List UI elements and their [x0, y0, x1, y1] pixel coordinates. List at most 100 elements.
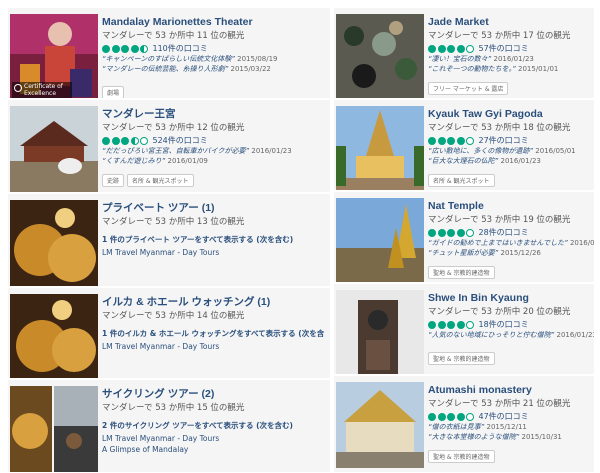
listing-title[interactable]: Nat Temple: [428, 200, 592, 213]
owl-icon: [14, 84, 22, 92]
rating-bubble-icon: [437, 228, 446, 237]
review-snippet: “広い敷地に、多くの像物が遺跡” 2016/05/01: [428, 147, 576, 155]
category-tag[interactable]: 名所 & 観光スポット: [428, 174, 495, 187]
category-tag[interactable]: 聖地 & 宗教的建造物: [428, 266, 495, 279]
review-count-link[interactable]: 524件の口コミ: [153, 135, 208, 146]
listing-rank: マンダレーで 53 か所中 14 位の観光: [102, 311, 245, 321]
rating-bubble-icon: [102, 136, 110, 145]
rating-row: 47件の口コミ: [428, 411, 592, 422]
view-all-tours-link[interactable]: 1 件のプライベート ツアーをすべて表示する (次を含む): [102, 234, 328, 245]
listing-card[interactable]: Nat Temple マンダレーで 53 か所中 19 位の観光 28件の口コミ…: [334, 192, 594, 283]
listing-rank: マンダレーで 53 か所中 13 位の観光: [102, 217, 245, 227]
review-snippet: “くすんだ遊じみり” 2016/01/09: [102, 157, 208, 165]
listing-photo[interactable]: [336, 290, 424, 374]
view-all-tours-link[interactable]: 1 件のイルカ & ホエール ウォッチングをすべて表示する (次を含: [102, 328, 328, 339]
rating-bubble-icon: [102, 44, 110, 53]
listing-photo[interactable]: [336, 382, 424, 468]
review-snippet: “大きな本堂様のような僧院” 2015/10/31: [428, 433, 562, 441]
rating-row: 27件の口コミ: [428, 135, 592, 146]
listing-card[interactable]: Certificate of Excellence Mandalay Mario…: [8, 8, 330, 99]
listing-title[interactable]: Atumashi monastery: [428, 384, 592, 397]
tour-photo[interactable]: [10, 200, 98, 286]
tour-photo[interactable]: [10, 386, 52, 472]
listing-title[interactable]: Kyauk Taw Gyi Pagoda: [428, 108, 592, 121]
rating-bubble-icon: [466, 228, 474, 237]
listing-card[interactable]: Kyauk Taw Gyi Pagoda マンダレーで 53 か所中 18 位の…: [334, 100, 594, 191]
listing-rank: マンダレーで 53 か所中 18 位の観光: [428, 123, 571, 133]
rating-bubble-icon: [437, 320, 446, 329]
rating-bubble-icon: [121, 44, 129, 53]
review-snippet: “凄い！宝石の数々” 2016/01/23: [428, 55, 534, 63]
listing-rank: マンダレーで 53 か所中 15 位の観光: [102, 403, 245, 413]
review-snippet: “ガイドの勧めで上まではいきませんでした” 2016/04/07: [428, 239, 594, 247]
category-tag[interactable]: 劇場: [102, 86, 125, 98]
tour-title[interactable]: サイクリング ツアー (2): [102, 388, 328, 401]
review-count-link[interactable]: 110件の口コミ: [153, 43, 208, 54]
tour-title[interactable]: プライベート ツアー (1): [102, 202, 328, 215]
listing-rank: マンダレーで 53 か所中 11 位の観光: [102, 31, 245, 41]
listing-card[interactable]: Atumashi monastery マンダレーで 53 か所中 21 位の観光…: [334, 376, 594, 473]
tour-card[interactable]: サイクリング ツアー (2) マンダレーで 53 か所中 15 位の観光 2 件…: [8, 380, 330, 473]
rating-bubble-icon: [428, 44, 436, 53]
listing-photo[interactable]: [336, 14, 424, 98]
rating-bubble-icon: [140, 136, 148, 145]
listing-title[interactable]: Shwe In Bin Kyaung: [428, 292, 592, 305]
rating-bubble-icon: [428, 228, 436, 237]
category-tag[interactable]: 聖地 & 宗教的建造物: [428, 352, 495, 365]
rating-bubble-icon: [466, 412, 474, 421]
view-all-tours-link[interactable]: 2 件のサイクリング ツアーをすべて表示する (次を含む): [102, 420, 328, 431]
review-count-link[interactable]: 27件の口コミ: [479, 135, 529, 146]
tour-operator-link[interactable]: LM Travel Myanmar - Day Tours: [102, 248, 328, 257]
listing-card[interactable]: マンダレー王宮 マンダレーで 53 か所中 12 位の観光 524件の口コミ “…: [8, 100, 330, 193]
listing-card[interactable]: Shwe In Bin Kyaung マンダレーで 53 か所中 20 位の観光…: [334, 284, 594, 375]
tour-operator-link[interactable]: LM Travel Myanmar - Day Tours: [102, 342, 328, 351]
tour-card[interactable]: イルカ & ホエール ウォッチング (1) マンダレーで 53 か所中 14 位…: [8, 288, 330, 379]
rating-bubble-icon: [428, 412, 436, 421]
tour-card[interactable]: プライベート ツアー (1) マンダレーで 53 か所中 13 位の観光 1 件…: [8, 194, 330, 287]
tour-photo[interactable]: [10, 294, 98, 378]
listing-title[interactable]: マンダレー王宮: [102, 108, 328, 121]
category-tag[interactable]: 史跡: [102, 174, 125, 187]
tour-photo[interactable]: [54, 386, 98, 472]
listing-title[interactable]: Jade Market: [428, 16, 592, 29]
listing-rank: マンダレーで 53 か所中 21 位の観光: [428, 399, 571, 409]
listing-photo[interactable]: Certificate of Excellence: [10, 14, 98, 98]
review-count-link[interactable]: 18件の口コミ: [479, 319, 529, 330]
listing-photo[interactable]: [336, 198, 424, 282]
tour-operator-link[interactable]: LM Travel Myanmar - Day Tours: [102, 434, 328, 443]
listing-photo[interactable]: [10, 106, 98, 192]
rating-bubble-icon: [437, 412, 446, 421]
rating-bubble-icon: [466, 320, 474, 329]
listing-rank: マンダレーで 53 か所中 17 位の観光: [428, 31, 571, 41]
review-snippet: “キャンペーンのすばらしい伝統文化体験” 2015/08/19: [102, 55, 278, 63]
review-count-link[interactable]: 47件の口コミ: [479, 411, 529, 422]
listing-rank: マンダレーで 53 か所中 19 位の観光: [428, 215, 571, 225]
review-snippet: “人気のない地域にひっそりと佇む僧院” 2016/01/23: [428, 331, 594, 339]
rating-bubble-icon: [466, 44, 474, 53]
review-count-link[interactable]: 57件の口コミ: [479, 43, 529, 54]
review-snippet: “これぞ一つの動物たちを。” 2015/01/01: [428, 65, 559, 73]
category-tag[interactable]: 名所 & 観光スポット: [127, 174, 194, 187]
rating-bubble-icon: [447, 44, 455, 53]
rating-bubble-icon: [428, 320, 436, 329]
category-tag[interactable]: フリー マーケット & 露店: [428, 82, 509, 95]
review-snippet: “巨大な大理石の仏陀” 2016/01/23: [428, 157, 541, 165]
rating-bubble-icon: [447, 136, 455, 145]
tour-title[interactable]: イルカ & ホエール ウォッチング (1): [102, 296, 328, 309]
rating-bubble-icon: [130, 44, 139, 53]
review-snippet: “僧の衣紙は見事” 2015/12/11: [428, 423, 527, 431]
tour-operator-link[interactable]: A Glimpse of Mandalay: [102, 445, 328, 454]
rating-bubble-icon: [456, 44, 465, 53]
review-count-link[interactable]: 28件の口コミ: [479, 227, 529, 238]
listing-rank: マンダレーで 53 か所中 12 位の観光: [102, 123, 245, 133]
rating-bubble-icon: [111, 44, 120, 53]
listing-title[interactable]: Mandalay Marionettes Theater: [102, 16, 328, 29]
listing-card[interactable]: Jade Market マンダレーで 53 か所中 17 位の観光 57件の口コ…: [334, 8, 594, 99]
rating-row: 18件の口コミ: [428, 319, 592, 330]
rating-row: 28件の口コミ: [428, 227, 592, 238]
rating-bubble-icon: [437, 44, 446, 53]
category-tag[interactable]: 聖地 & 宗教的建造物: [428, 450, 495, 463]
listing-photo[interactable]: [336, 106, 424, 190]
rating-bubble-icon: [456, 136, 465, 145]
rating-bubble-icon: [456, 320, 465, 329]
